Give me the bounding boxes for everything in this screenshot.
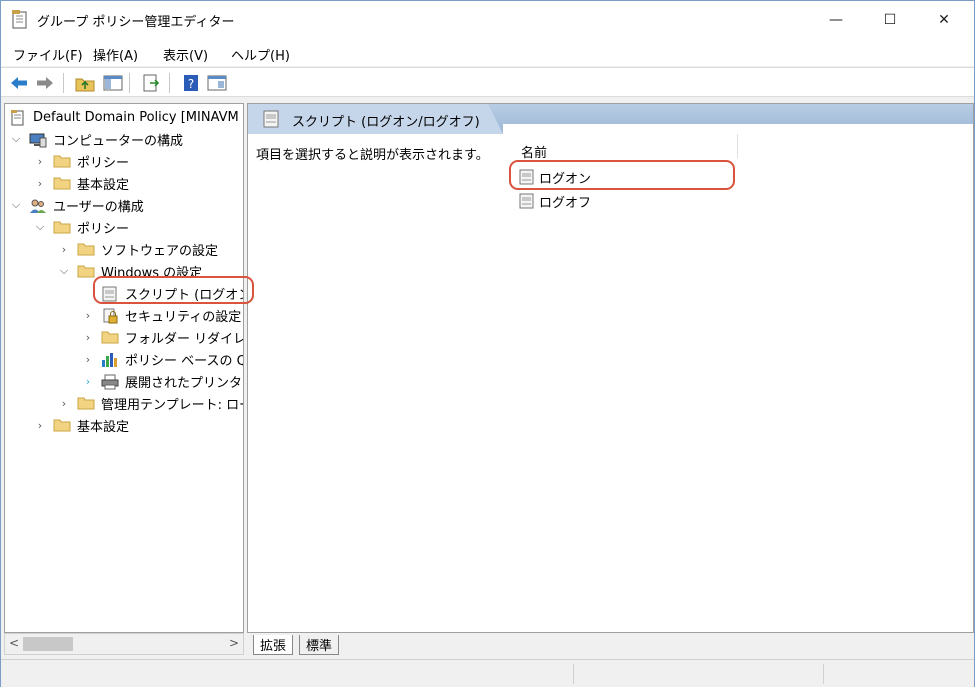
maximize-button[interactable]: ☐: [867, 1, 913, 39]
tree-node-software-settings[interactable]: › ソフトウェアの設定: [57, 238, 218, 260]
tree-label: セキュリティの設定: [125, 309, 242, 325]
status-segment: [823, 664, 973, 684]
tree-node-user-preferences[interactable]: › 基本設定: [33, 414, 129, 436]
folder-icon: [101, 330, 119, 344]
folder-icon: [53, 220, 71, 234]
folder-icon: [53, 176, 71, 190]
details-title: スクリプト (ログオン/ログオフ): [292, 115, 480, 130]
help-icon[interactable]: ?: [181, 73, 201, 93]
tree-node-folder-redirection[interactable]: › フォルダー リダイレク: [81, 326, 243, 348]
bar-chart-icon: [101, 352, 119, 367]
tree-label: 基本設定: [77, 419, 130, 435]
menu-file[interactable]: ファイル(F): [13, 45, 83, 64]
toolbar-separator: [63, 73, 64, 93]
tree-node-computer-config[interactable]: ⌵ コンピューターの構成: [9, 128, 183, 150]
users-icon: [29, 198, 47, 213]
tree-node-security-settings[interactable]: › セキュリティの設定: [81, 304, 241, 326]
list-item-label: ログオフ: [539, 195, 592, 211]
tree-horizontal-scrollbar[interactable]: < >: [4, 633, 244, 655]
show-hide-tree-icon[interactable]: [103, 73, 123, 93]
menu-action[interactable]: 操作(A): [93, 45, 138, 64]
chevron-right-icon[interactable]: ›: [81, 375, 95, 388]
chevron-right-icon[interactable]: ›: [81, 309, 95, 322]
menu-help[interactable]: ヘルプ(H): [231, 45, 290, 64]
tree-node-policy-qos[interactable]: › ポリシー ベースの Q: [81, 348, 244, 370]
close-button[interactable]: ✕: [921, 1, 967, 39]
policy-document-icon: [9, 110, 27, 126]
properties-view-icon[interactable]: [207, 73, 227, 93]
folder-icon: [77, 242, 95, 256]
gpo-editor-icon: [11, 10, 29, 30]
tree-label: ポリシー ベースの Q: [125, 353, 244, 369]
tree-label: ソフトウェアの設定: [101, 243, 219, 259]
chevron-down-icon[interactable]: ⌵: [57, 264, 71, 278]
scroll-right-arrow-icon[interactable]: >: [229, 636, 239, 650]
chevron-right-icon[interactable]: ›: [33, 155, 47, 168]
column-header-name[interactable]: 名前: [503, 134, 738, 161]
tree-label: 管理用テンプレート: ロー: [101, 397, 244, 413]
folder-icon: [77, 264, 95, 278]
script-icon: [519, 193, 535, 209]
scroll-left-arrow-icon[interactable]: <: [9, 636, 19, 650]
window-title: グループ ポリシー管理エディター: [37, 15, 235, 30]
chevron-down-icon[interactable]: ⌵: [9, 132, 23, 146]
tab-extended[interactable]: 拡張: [253, 635, 294, 655]
tree-label: フォルダー リダイレク: [125, 331, 243, 347]
status-segment: [573, 664, 823, 684]
tree-node-admin-templates[interactable]: › 管理用テンプレート: ロー: [57, 392, 244, 414]
tab-standard[interactable]: 標準: [299, 635, 340, 655]
tree-node-root[interactable]: Default Domain Policy [MINAVM: [9, 106, 239, 128]
menu-view[interactable]: 表示(V): [163, 45, 208, 64]
tree-node-deployed-printers[interactable]: › 展開されたプリンター: [81, 370, 244, 392]
minimize-button[interactable]: —: [813, 1, 859, 39]
chevron-right-icon[interactable]: ›: [57, 397, 71, 410]
title-bar: グループ ポリシー管理エディター — ☐ ✕: [1, 1, 974, 39]
toolbar: ?: [1, 67, 974, 97]
status-bar: [1, 659, 974, 687]
forward-arrow-icon[interactable]: [35, 73, 55, 93]
tree-label: 展開されたプリンター: [125, 375, 244, 391]
chevron-right-icon[interactable]: ›: [33, 177, 47, 190]
computer-icon: [29, 132, 47, 148]
export-list-icon[interactable]: [141, 73, 161, 93]
scroll-thumb[interactable]: [23, 637, 73, 651]
app-window: グループ ポリシー管理エディター — ☐ ✕ ファイル(F) 操作(A) 表示(…: [0, 0, 975, 687]
tree-label: ポリシー: [77, 221, 130, 237]
tree-node-user-config[interactable]: ⌵ ユーザーの構成: [9, 194, 144, 216]
view-tabs: 拡張 標準: [247, 633, 974, 657]
security-lock-icon: [101, 308, 119, 324]
menu-bar: ファイル(F) 操作(A) 表示(V) ヘルプ(H): [1, 39, 974, 66]
svg-text:?: ?: [188, 77, 194, 91]
chevron-down-icon[interactable]: ⌵: [9, 198, 23, 212]
toolbar-separator: [169, 73, 170, 93]
folder-icon: [53, 154, 71, 168]
tree-node-user-policy[interactable]: ⌵ ポリシー: [33, 216, 129, 238]
up-folder-icon[interactable]: [75, 73, 95, 93]
folder-icon: [53, 418, 71, 432]
chevron-right-icon[interactable]: ›: [57, 243, 71, 256]
script-icon: [262, 110, 280, 131]
toolbar-separator: [129, 73, 130, 93]
chevron-right-icon[interactable]: ›: [81, 353, 95, 366]
tree-label: コンピューターの構成: [53, 133, 184, 149]
tree-label: ユーザーの構成: [53, 199, 144, 215]
list-item-logoff[interactable]: ログオフ: [519, 190, 591, 212]
tree-label: ポリシー: [77, 155, 130, 171]
column-label: 名前: [521, 146, 548, 161]
printer-icon: [101, 374, 119, 390]
items-list: 名前 ログオン ログオフ: [503, 124, 973, 632]
highlight-annotation: [509, 160, 735, 190]
tree-label: Default Domain Policy [MINAVM: [33, 109, 239, 125]
back-arrow-icon[interactable]: [9, 73, 29, 93]
highlight-annotation: [93, 276, 254, 304]
description-text: 項目を選択すると説明が表示されます。: [256, 148, 489, 163]
chevron-right-icon[interactable]: ›: [81, 331, 95, 344]
chevron-right-icon[interactable]: ›: [33, 419, 47, 432]
tree-node-computer-preferences[interactable]: › 基本設定: [33, 172, 129, 194]
chevron-down-icon[interactable]: ⌵: [33, 220, 47, 234]
folder-icon: [77, 396, 95, 410]
tree-pane: Default Domain Policy [MINAVM ⌵ コンピューターの…: [4, 103, 244, 633]
tree-label: 基本設定: [77, 177, 130, 193]
tree-node-computer-policy[interactable]: › ポリシー: [33, 150, 129, 172]
